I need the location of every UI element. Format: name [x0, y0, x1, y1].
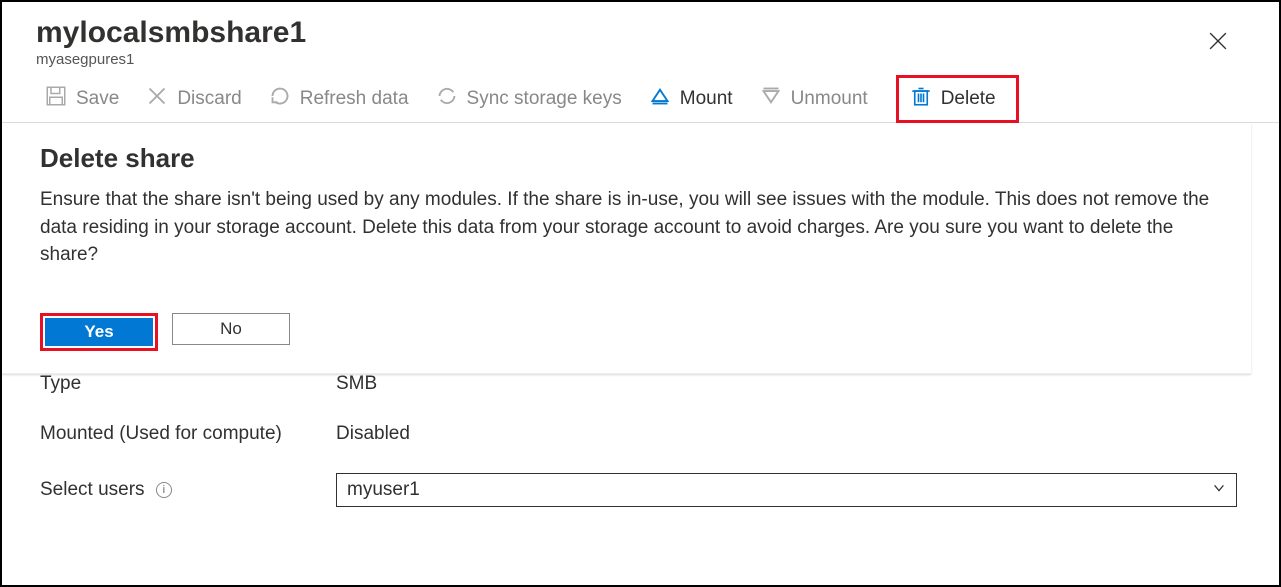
select-users-label: Select users i [40, 479, 336, 501]
select-users-row: Select users i myuser1 [36, 459, 1245, 521]
no-button[interactable]: No [172, 313, 290, 345]
refresh-label: Refresh data [300, 88, 409, 110]
sync-label: Sync storage keys [467, 88, 622, 110]
command-bar: Save Discard Refresh data Sync storage k… [2, 72, 1279, 123]
sync-icon [437, 86, 457, 112]
refresh-button[interactable]: Refresh data [270, 86, 409, 112]
type-value: SMB [336, 373, 377, 395]
refresh-icon [270, 86, 290, 112]
delete-confirm-dialog: Delete share Ensure that the share isn't… [2, 123, 1251, 374]
mount-label: Mount [680, 88, 733, 110]
save-icon [46, 86, 66, 112]
mounted-row: Mounted (Used for compute) Disabled [36, 409, 1245, 459]
discard-label: Discard [177, 88, 241, 110]
trash-icon [911, 86, 931, 112]
delete-label: Delete [941, 88, 996, 110]
dialog-body: Ensure that the share isn't being used b… [40, 186, 1213, 269]
page-title: mylocalsmbshare1 [36, 16, 1245, 49]
select-users-value: myuser1 [347, 479, 420, 501]
mounted-value: Disabled [336, 423, 410, 445]
info-icon[interactable]: i [156, 482, 172, 498]
delete-button[interactable]: Delete [911, 86, 996, 112]
chevron-down-icon [1212, 479, 1226, 501]
close-icon[interactable] [1209, 32, 1227, 50]
mount-button[interactable]: Mount [650, 86, 733, 112]
page-subtitle: myasegpures1 [36, 51, 1245, 68]
yes-button-highlight: Yes [40, 313, 158, 351]
select-users-dropdown[interactable]: myuser1 [336, 473, 1237, 507]
delete-button-highlight: Delete [896, 75, 1019, 123]
unmount-button[interactable]: Unmount [761, 86, 868, 112]
sync-button[interactable]: Sync storage keys [437, 86, 622, 112]
unmount-label: Unmount [791, 88, 868, 110]
discard-button[interactable]: Discard [147, 86, 241, 112]
mount-icon [650, 86, 670, 112]
save-label: Save [76, 88, 119, 110]
dialog-title: Delete share [40, 143, 1213, 174]
save-button[interactable]: Save [46, 86, 119, 112]
type-label: Type [40, 373, 336, 395]
blade-header: mylocalsmbshare1 myasegpures1 [2, 2, 1279, 72]
unmount-icon [761, 86, 781, 112]
x-icon [147, 86, 167, 112]
mounted-label: Mounted (Used for compute) [40, 423, 336, 445]
yes-button[interactable]: Yes [45, 318, 153, 346]
